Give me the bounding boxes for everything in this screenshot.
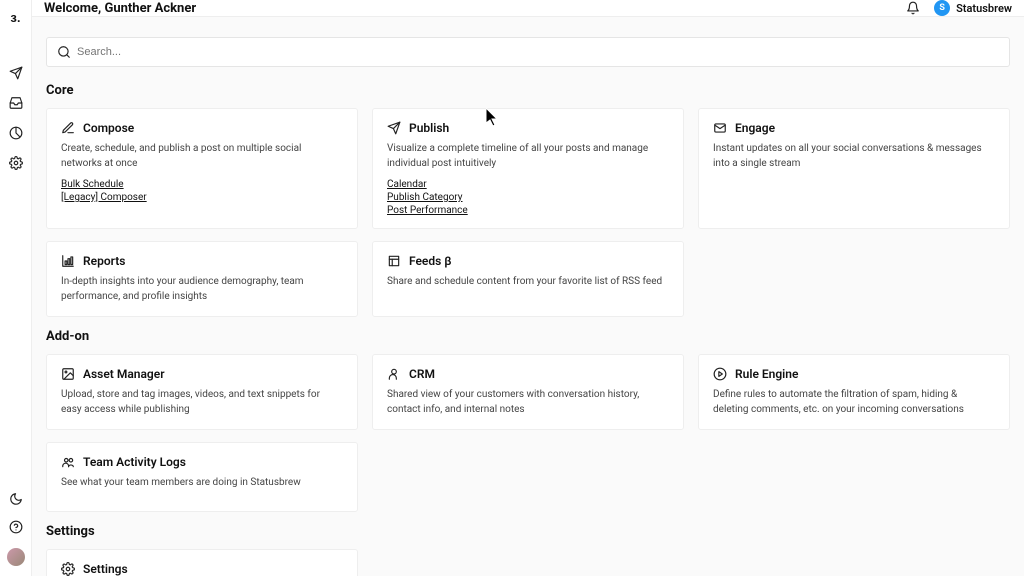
page-title: Welcome, Gunther Ackner	[44, 1, 196, 16]
moon-icon[interactable]	[9, 492, 23, 506]
card-title: Settings	[83, 562, 128, 576]
publish-icon	[387, 121, 401, 135]
card-desc: See what your team members are doing in …	[61, 475, 343, 490]
card-title: Feeds β	[409, 254, 452, 268]
card-desc: Shared view of your customers with conve…	[387, 387, 669, 417]
search-input[interactable]	[77, 46, 999, 58]
card-team-activity[interactable]: Team Activity Logs See what your team me…	[46, 442, 358, 512]
card-title: Compose	[83, 121, 134, 135]
user-avatar[interactable]	[7, 548, 25, 566]
feeds-icon	[387, 254, 401, 268]
card-crm[interactable]: CRM Shared view of your customers with c…	[372, 354, 684, 430]
bell-icon[interactable]	[906, 1, 920, 15]
section-title-core: Core	[46, 83, 1010, 98]
link-legacy-composer[interactable]: [Legacy] Composer	[61, 192, 343, 203]
help-icon[interactable]	[9, 520, 23, 534]
crm-icon	[387, 367, 401, 381]
search-icon	[57, 45, 71, 59]
card-title: Engage	[735, 121, 775, 135]
card-settings[interactable]: Settings Manage all your organization's …	[46, 549, 358, 576]
card-desc: In-depth insights into your audience dem…	[61, 274, 343, 304]
link-calendar[interactable]: Calendar	[387, 179, 669, 190]
link-publish-category[interactable]: Publish Category	[387, 192, 669, 203]
card-asset-manager[interactable]: Asset Manager Upload, store and tag imag…	[46, 354, 358, 430]
section-title-settings: Settings	[46, 524, 1010, 539]
card-desc: Visualize a complete timeline of all you…	[387, 141, 669, 171]
card-title: Publish	[409, 121, 449, 135]
card-engage[interactable]: Engage Instant updates on all your socia…	[698, 108, 1010, 229]
send-icon[interactable]	[9, 66, 23, 80]
team-icon	[61, 455, 75, 469]
reports-icon	[61, 254, 75, 268]
card-title: CRM	[409, 367, 435, 381]
inbox-icon[interactable]	[9, 96, 23, 110]
org-switcher[interactable]: S Statusbrew	[934, 0, 1012, 16]
search-bar[interactable]	[46, 37, 1010, 67]
chart-icon[interactable]	[9, 126, 23, 140]
card-title: Team Activity Logs	[83, 455, 186, 469]
asset-icon	[61, 367, 75, 381]
section-title-addon: Add-on	[46, 329, 1010, 344]
rule-icon	[713, 367, 727, 381]
link-bulk-schedule[interactable]: Bulk Schedule	[61, 179, 343, 190]
engage-icon	[713, 121, 727, 135]
org-name: Statusbrew	[956, 2, 1012, 15]
card-feeds[interactable]: Feeds β Share and schedule content from …	[372, 241, 684, 317]
settings-icon	[61, 562, 75, 576]
compose-icon	[61, 121, 75, 135]
card-desc: Share and schedule content from your fav…	[387, 274, 669, 289]
card-publish[interactable]: Publish Visualize a complete timeline of…	[372, 108, 684, 229]
card-reports[interactable]: Reports In-depth insights into your audi…	[46, 241, 358, 317]
link-post-performance[interactable]: Post Performance	[387, 205, 669, 216]
sidebar: ɜ.	[0, 0, 32, 576]
gear-icon[interactable]	[9, 156, 23, 170]
card-title: Reports	[83, 254, 125, 268]
card-desc: Create, schedule, and publish a post on …	[61, 141, 343, 171]
card-compose[interactable]: Compose Create, schedule, and publish a …	[46, 108, 358, 229]
logo[interactable]: ɜ.	[10, 10, 20, 26]
org-avatar: S	[934, 0, 950, 16]
card-title: Rule Engine	[735, 367, 798, 381]
card-title: Asset Manager	[83, 367, 165, 381]
topbar: Welcome, Gunther Ackner S Statusbrew	[32, 0, 1024, 17]
card-rule-engine[interactable]: Rule Engine Define rules to automate the…	[698, 354, 1010, 430]
card-desc: Define rules to automate the filtration …	[713, 387, 995, 417]
card-desc: Instant updates on all your social conve…	[713, 141, 995, 171]
card-desc: Upload, store and tag images, videos, an…	[61, 387, 343, 417]
